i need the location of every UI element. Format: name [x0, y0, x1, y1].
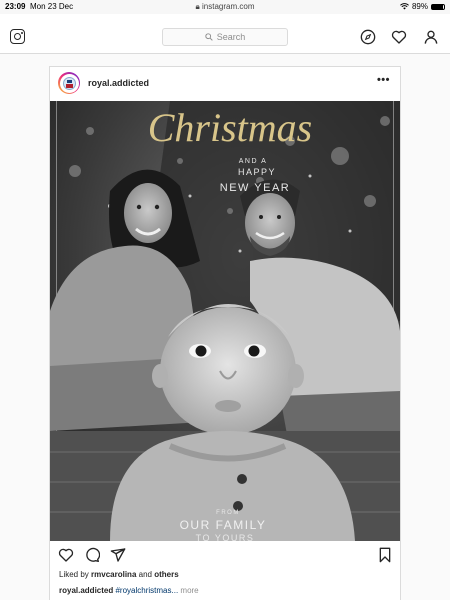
instagram-header: Search: [0, 14, 450, 54]
post-header: royal.addicted •••: [50, 67, 400, 101]
likes-others-link[interactable]: others: [154, 570, 178, 579]
instagram-logo-icon[interactable]: [10, 29, 25, 44]
image-happy-text: HAPPY: [238, 167, 276, 177]
post-actions: [50, 545, 400, 569]
more-options-icon[interactable]: •••: [377, 74, 390, 86]
caption-more-link[interactable]: more: [180, 586, 198, 595]
search-icon: [205, 33, 213, 41]
share-icon[interactable]: [110, 547, 126, 563]
image-our-family-text: OUR FAMILY: [180, 518, 267, 532]
status-bar: 23:09 Mon 23 Dec 🔒︎ instagram.com 89%: [0, 0, 450, 14]
wifi-icon: [400, 3, 409, 10]
post-caption: royal.addicted #royalchristmas... more: [59, 586, 199, 595]
comment-icon[interactable]: [84, 547, 100, 563]
profile-icon[interactable]: [423, 29, 439, 45]
post-image[interactable]: Christmas AND A HAPPY NEW YEAR FROM OUR …: [50, 101, 400, 541]
avatar[interactable]: [58, 72, 80, 94]
search-placeholder: Search: [216, 32, 246, 42]
likes-summary: Liked by rmvcarolina and others: [59, 570, 179, 579]
battery-icon: [431, 3, 445, 10]
image-from-text: FROM: [216, 510, 240, 516]
post-username[interactable]: royal.addicted: [88, 78, 149, 88]
caption-username[interactable]: royal.addicted: [59, 586, 113, 595]
address-url: instagram.com: [202, 2, 255, 11]
compass-icon[interactable]: [360, 29, 376, 45]
image-new-year-text: NEW YEAR: [220, 182, 290, 194]
image-and-a-text: AND A: [239, 158, 268, 165]
image-to-yours-text: TO YOURS: [196, 533, 255, 541]
bookmark-icon[interactable]: [377, 547, 393, 563]
battery-fill: [432, 4, 443, 9]
like-heart-icon[interactable]: [58, 547, 74, 563]
crest-logo: [62, 76, 76, 90]
heart-icon[interactable]: [391, 29, 407, 45]
post-card: royal.addicted ••• Christmas AND A HAPPY…: [49, 66, 401, 600]
liked-by-user-link[interactable]: rmvcarolina: [91, 570, 136, 579]
search-input[interactable]: Search: [162, 28, 288, 46]
caption-hashtag[interactable]: #royalchristmas...: [115, 586, 178, 595]
image-title-text: Christmas: [148, 105, 313, 150]
status-indicators: 89%: [400, 2, 445, 11]
lock-icon: 🔒︎: [195, 2, 200, 11]
battery-percent: 89%: [411, 2, 428, 11]
address-bar[interactable]: 🔒︎ instagram.com: [0, 2, 450, 12]
